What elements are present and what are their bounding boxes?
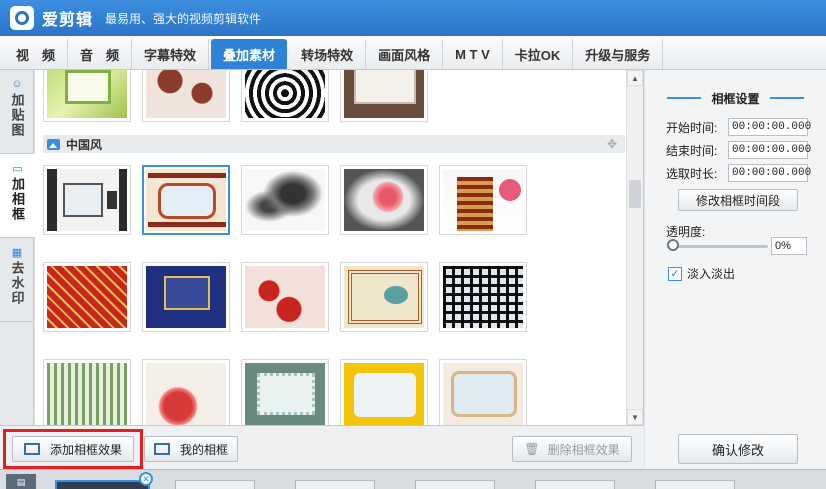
timeline-clip[interactable] [55, 480, 150, 489]
frame-action-bar: 添加相框效果 我的相框 🗑 删除相框效果 [0, 425, 644, 469]
side-tab-label: 加相框 [10, 177, 25, 222]
title-bar: 爱剪辑 最易用、强大的视频剪辑软件 [0, 0, 826, 36]
start-time-label: 开始时间: [666, 120, 718, 135]
drag-handle-icon[interactable]: ✥ [607, 137, 617, 151]
section-title: 中国风 [66, 137, 103, 152]
frame-thumbnail[interactable] [241, 262, 329, 332]
app-title: 爱剪辑 [42, 12, 94, 29]
side-tab-label: 去水印 [9, 261, 25, 306]
opacity-slider-track[interactable] [673, 245, 768, 248]
add-frame-label: 添加相框效果 [49, 442, 122, 457]
tab-upgrade-service[interactable]: 升级与服务 [573, 39, 664, 69]
side-tabs: ☺ 加贴图 ▭ 加相框 ▦ 去水印 [0, 70, 35, 425]
confirm-changes-button[interactable]: 确认修改 [678, 434, 798, 464]
tab-karaoke[interactable]: 卡拉OK [503, 39, 574, 69]
tab-subtitle-effects[interactable]: 字幕特效 [132, 39, 210, 69]
add-frame-button[interactable]: 添加相框效果 [12, 436, 134, 462]
duration-label: 选取时长: [666, 166, 718, 181]
frame-thumbnail[interactable] [241, 165, 329, 235]
end-time-field[interactable]: 00:00:00.000 [728, 141, 811, 159]
opacity-label: 透明度: [666, 225, 706, 239]
scroll-thumb[interactable] [629, 180, 641, 208]
section-header: 中国风 ✥ [43, 135, 625, 153]
timeline-strip: ▤ ✕ [0, 469, 826, 489]
end-time-label: 结束时间: [666, 143, 718, 158]
timeline-clip[interactable] [655, 480, 735, 489]
my-frames-button[interactable]: 我的相框 [144, 436, 238, 462]
main-tab-bar: 视 频 音 频 字幕特效 叠加素材 转场特效 画面风格 M T V 卡拉OK 升… [0, 36, 826, 70]
frame-thumbnail[interactable] [241, 70, 329, 122]
opacity-value-field[interactable]: 0% [771, 237, 807, 255]
app-slogan: 最易用、强大的视频剪辑软件 [105, 11, 262, 26]
gallery-scrollbar[interactable]: ▲ ▼ [626, 70, 643, 425]
app-logo-icon [10, 6, 34, 30]
frame-thumbnail[interactable] [439, 359, 527, 425]
frame-thumbnail[interactable] [142, 70, 230, 122]
tab-transition-effects[interactable]: 转场特效 [289, 39, 367, 69]
frame-thumbnail[interactable] [340, 262, 428, 332]
timeline-clip[interactable] [175, 480, 255, 489]
opacity-slider-handle[interactable] [667, 239, 679, 251]
frame-thumbnail[interactable] [340, 70, 428, 122]
frame-thumbnail[interactable] [43, 165, 131, 235]
scroll-down-icon[interactable]: ▼ [627, 409, 643, 425]
tab-picture-style[interactable]: 画面风格 [366, 39, 444, 69]
end-time-row: 结束时间: 00:00:00.000 [666, 141, 811, 159]
frame-thumbnail[interactable] [340, 359, 428, 425]
frame-thumbnail[interactable] [241, 359, 329, 425]
side-tab-add-frame[interactable]: ▭ 加相框 [0, 154, 35, 238]
trash-icon: 🗑 [524, 442, 540, 456]
tab-video[interactable]: 视 频 [4, 39, 69, 69]
my-frames-label: 我的相框 [179, 442, 228, 457]
frame-settings-title: 相框设置 [645, 90, 826, 107]
modify-time-range-button[interactable]: 修改相框时间段 [678, 189, 798, 211]
opacity-row: 透明度: [666, 223, 705, 240]
frame-gallery: 中国风 ✥ ▲ ▼ [35, 70, 644, 425]
timeline-toggle-icon[interactable]: ▤ [6, 474, 36, 489]
watermark-icon: ▦ [11, 246, 23, 259]
sticker-icon: ☺ [11, 78, 23, 90]
my-frames-icon [153, 443, 170, 455]
fade-in-out-checkbox[interactable]: ✓ 淡入淡出 [668, 265, 735, 282]
frame-thumbnail[interactable] [43, 70, 131, 122]
timeline-clip[interactable] [535, 480, 615, 489]
delete-frame-label: 删除相框效果 [547, 442, 620, 457]
start-time-field[interactable]: 00:00:00.000 [728, 118, 811, 136]
start-time-row: 开始时间: 00:00:00.000 [666, 118, 811, 136]
duration-row: 选取时长: 00:00:00.000 [666, 164, 811, 182]
frame-thumbnail[interactable] [142, 359, 230, 425]
side-tab-remove-watermark[interactable]: ▦ 去水印 [0, 238, 34, 322]
frame-thumbnail[interactable] [439, 262, 527, 332]
frame-thumbnail[interactable] [340, 165, 428, 235]
image-icon [47, 138, 60, 150]
frame-icon: ▭ [12, 162, 23, 175]
frame-thumbnail[interactable] [43, 359, 131, 425]
timeline-clip[interactable] [415, 480, 495, 489]
scroll-up-icon[interactable]: ▲ [627, 70, 643, 86]
duration-field[interactable]: 00:00:00.000 [728, 164, 811, 182]
delete-frame-button[interactable]: 🗑 删除相框效果 [512, 436, 632, 462]
side-tab-label: 加贴图 [9, 93, 25, 138]
confirm-changes-label: 确认修改 [711, 442, 764, 458]
frame-thumbnail[interactable] [43, 262, 131, 332]
add-frame-icon [23, 443, 40, 455]
tab-audio[interactable]: 音 频 [68, 39, 133, 69]
frame-thumbnail[interactable] [142, 165, 230, 235]
side-tab-add-sticker[interactable]: ☺ 加贴图 [0, 70, 34, 154]
tab-overlay-material[interactable]: 叠加素材 [211, 39, 288, 69]
close-icon[interactable]: ✕ [139, 472, 153, 486]
frame-settings-panel: 相框设置 开始时间: 00:00:00.000 结束时间: 00:00:00.0… [645, 70, 826, 469]
modify-time-range-label: 修改相框时间段 [695, 193, 780, 208]
frame-thumbnail[interactable] [439, 165, 527, 235]
fade-in-out-label: 淡入淡出 [687, 267, 736, 281]
timeline-clip[interactable] [295, 480, 375, 489]
frame-thumbnail[interactable] [142, 262, 230, 332]
tab-mtv[interactable]: M T V [443, 39, 503, 69]
checkmark-icon: ✓ [668, 266, 682, 281]
